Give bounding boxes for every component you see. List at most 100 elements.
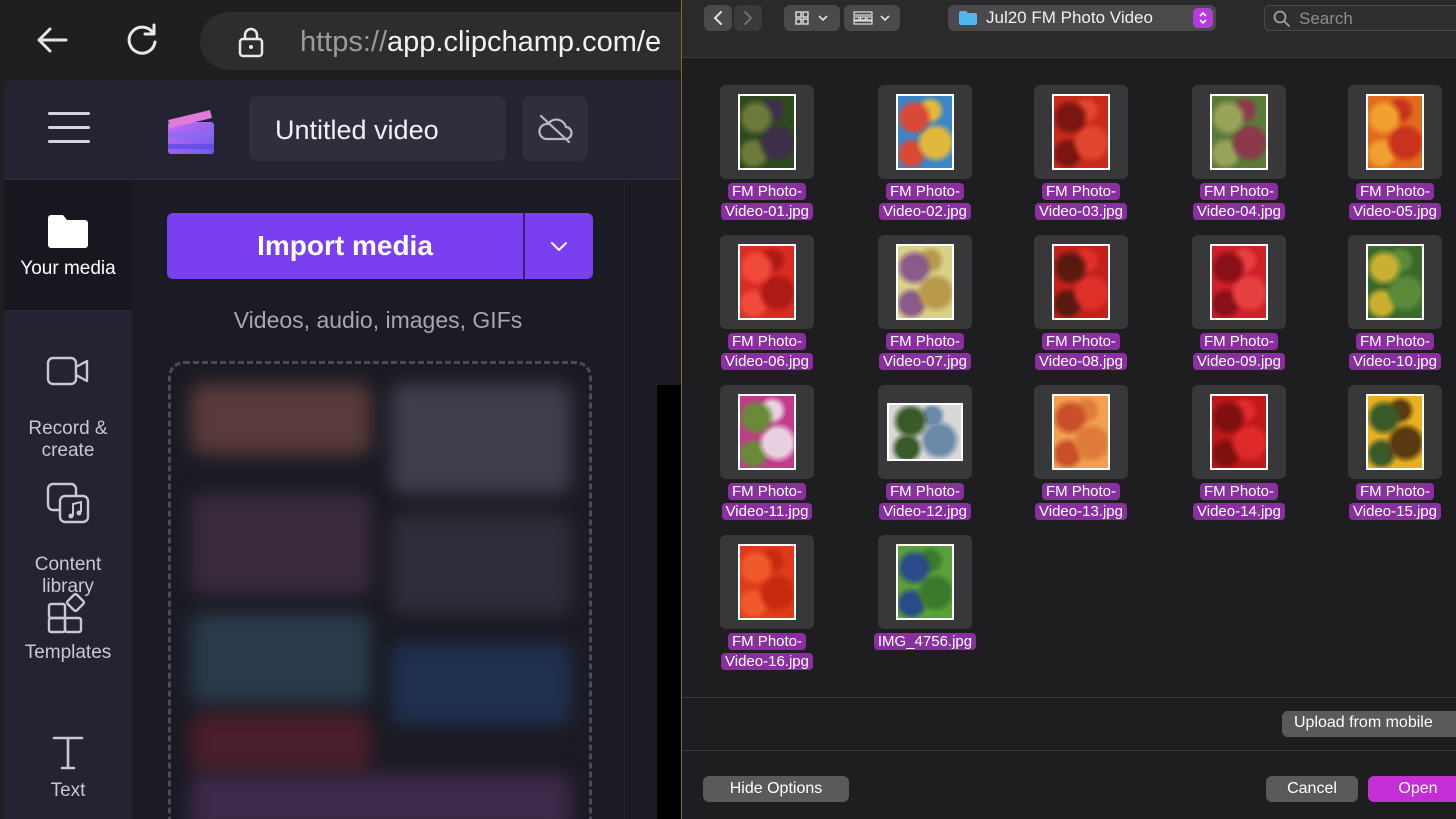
file-thumbnail bbox=[896, 94, 954, 170]
nav-your-media[interactable]: Your media bbox=[4, 180, 132, 310]
file-item[interactable]: FM Photo- Video-03.jpg bbox=[996, 85, 1156, 235]
file-item[interactable]: FM Photo- Video-15.jpg bbox=[1310, 385, 1456, 535]
file-thumbnail bbox=[738, 544, 796, 620]
search-field[interactable]: Search bbox=[1264, 5, 1456, 31]
upload-from-mobile-button[interactable]: Upload from mobile bbox=[1282, 711, 1456, 737]
file-item[interactable]: FM Photo- Video-16.jpg bbox=[682, 535, 842, 685]
open-button[interactable]: Open bbox=[1368, 776, 1456, 802]
file-name: FM Photo- Video-12.jpg bbox=[840, 482, 1010, 522]
group-icon bbox=[853, 11, 890, 25]
file-thumbnail bbox=[1052, 94, 1110, 170]
file-thumbnail bbox=[896, 544, 954, 620]
search-placeholder: Search bbox=[1299, 9, 1353, 28]
file-thumbnail bbox=[1210, 94, 1268, 170]
back-arrow-icon bbox=[37, 27, 68, 53]
nav-text[interactable]: Text bbox=[4, 700, 132, 819]
import-options-dropdown[interactable] bbox=[525, 213, 593, 279]
folder-icon bbox=[959, 11, 977, 25]
nav-label: Text bbox=[50, 780, 86, 801]
reload-button[interactable] bbox=[120, 18, 164, 62]
file-name: FM Photo- Video-04.jpg bbox=[1154, 182, 1324, 222]
media-panel: Import media Videos, audio, images, GIFs bbox=[132, 180, 624, 819]
file-name: FM Photo- Video-11.jpg bbox=[682, 482, 852, 522]
file-item[interactable]: FM Photo- Video-10.jpg bbox=[1310, 235, 1456, 385]
cloud-sync-button[interactable] bbox=[522, 96, 588, 161]
nav-label: Templates bbox=[24, 642, 112, 663]
url-text: https://app.clipchamp.com/e bbox=[300, 26, 661, 59]
file-thumbnail bbox=[1052, 244, 1110, 320]
address-bar[interactable]: https://app.clipchamp.com/e bbox=[200, 12, 681, 70]
file-name: FM Photo- Video-01.jpg bbox=[682, 182, 852, 222]
dialog-back-button[interactable] bbox=[704, 5, 732, 31]
back-button[interactable] bbox=[30, 18, 74, 62]
file-item[interactable]: FM Photo- Video-14.jpg bbox=[1154, 385, 1314, 535]
dialog-toolbar: Jul20 FM Photo Video Search bbox=[682, 0, 1456, 58]
file-item[interactable]: FM Photo- Video-06.jpg bbox=[682, 235, 842, 385]
search-icon bbox=[1273, 10, 1290, 27]
reload-icon bbox=[127, 23, 157, 55]
file-item[interactable]: FM Photo- Video-01.jpg bbox=[682, 85, 842, 235]
file-thumbnail bbox=[887, 403, 963, 461]
cancel-button[interactable]: Cancel bbox=[1266, 776, 1358, 802]
cloud-off-icon bbox=[538, 114, 573, 143]
file-item[interactable]: FM Photo- Video-13.jpg bbox=[996, 385, 1156, 535]
file-thumbnail bbox=[1366, 394, 1424, 470]
file-name: IMG_4756.jpg bbox=[840, 632, 1010, 652]
dialog-forward-button[interactable] bbox=[734, 5, 762, 31]
divider bbox=[682, 750, 1456, 751]
text-icon bbox=[52, 736, 84, 770]
hide-options-button[interactable]: Hide Options bbox=[703, 776, 849, 802]
import-media-button-group: Import media bbox=[167, 213, 593, 279]
file-thumbnail bbox=[1366, 244, 1424, 320]
import-media-button[interactable]: Import media bbox=[167, 213, 525, 279]
file-item[interactable]: FM Photo- Video-02.jpg bbox=[840, 85, 1000, 235]
browser-window: https://app.clipchamp.com/e Untitled vid… bbox=[0, 0, 681, 819]
file-name: FM Photo- Video-15.jpg bbox=[1310, 482, 1456, 522]
file-name: FM Photo- Video-08.jpg bbox=[996, 332, 1166, 372]
chevron-down-icon bbox=[551, 242, 567, 251]
nav-record-create[interactable]: Record & create bbox=[4, 310, 132, 461]
file-item[interactable]: FM Photo- Video-08.jpg bbox=[996, 235, 1156, 385]
file-name: FM Photo- Video-14.jpg bbox=[1154, 482, 1324, 522]
file-grid: FM Photo- Video-01.jpg FM Photo- Video-02.j… bbox=[682, 58, 1456, 698]
file-name: FM Photo- Video-16.jpg bbox=[682, 632, 852, 672]
nav-templates[interactable]: Templates bbox=[4, 570, 132, 700]
file-name: FM Photo- Video-02.jpg bbox=[840, 182, 1010, 222]
file-item[interactable]: FM Photo- Video-12.jpg bbox=[840, 385, 1000, 535]
file-name: FM Photo- Video-06.jpg bbox=[682, 332, 852, 372]
view-mode-button[interactable] bbox=[784, 5, 840, 31]
file-item[interactable]: FM Photo- Video-05.jpg bbox=[1310, 85, 1456, 235]
nav-label: Your media bbox=[20, 258, 116, 279]
media-drop-zone[interactable] bbox=[168, 361, 592, 819]
group-by-button[interactable] bbox=[844, 5, 900, 31]
file-thumbnail bbox=[1052, 394, 1110, 470]
url-host: app.clipchamp.com/e bbox=[387, 26, 662, 58]
templates-icon bbox=[47, 592, 86, 634]
content-library-icon bbox=[46, 482, 90, 524]
menu-icon[interactable] bbox=[48, 112, 90, 146]
file-item[interactable]: IMG_4756.jpg bbox=[840, 535, 1000, 685]
file-thumbnail bbox=[738, 244, 796, 320]
file-name: FM Photo- Video-09.jpg bbox=[1154, 332, 1324, 372]
clipchamp-app: Untitled video Your media Record & creat… bbox=[4, 80, 681, 819]
folder-icon bbox=[48, 215, 88, 248]
camera-icon bbox=[46, 356, 89, 386]
side-navigation: Your media Record & create Content libra… bbox=[4, 180, 132, 819]
file-item[interactable]: FM Photo- Video-09.jpg bbox=[1154, 235, 1314, 385]
file-thumbnail bbox=[738, 394, 796, 470]
file-item[interactable]: FM Photo- Video-04.jpg bbox=[1154, 85, 1314, 235]
file-thumbnail bbox=[1210, 244, 1268, 320]
popup-stepper-icon bbox=[1193, 8, 1213, 28]
import-hint: Videos, audio, images, GIFs bbox=[233, 307, 523, 333]
project-title[interactable]: Untitled video bbox=[249, 96, 506, 161]
lock-icon bbox=[238, 27, 264, 58]
nav-content-library[interactable]: Content library bbox=[4, 440, 132, 597]
file-thumbnail bbox=[896, 244, 954, 320]
folder-name: Jul20 FM Photo Video bbox=[986, 8, 1153, 27]
chevron-left-icon bbox=[713, 11, 722, 25]
folder-location-popup[interactable]: Jul20 FM Photo Video bbox=[948, 5, 1216, 31]
file-item[interactable]: FM Photo- Video-11.jpg bbox=[682, 385, 842, 535]
url-scheme: https:// bbox=[300, 26, 388, 58]
file-item[interactable]: FM Photo- Video-07.jpg bbox=[840, 235, 1000, 385]
divider bbox=[682, 697, 1456, 698]
